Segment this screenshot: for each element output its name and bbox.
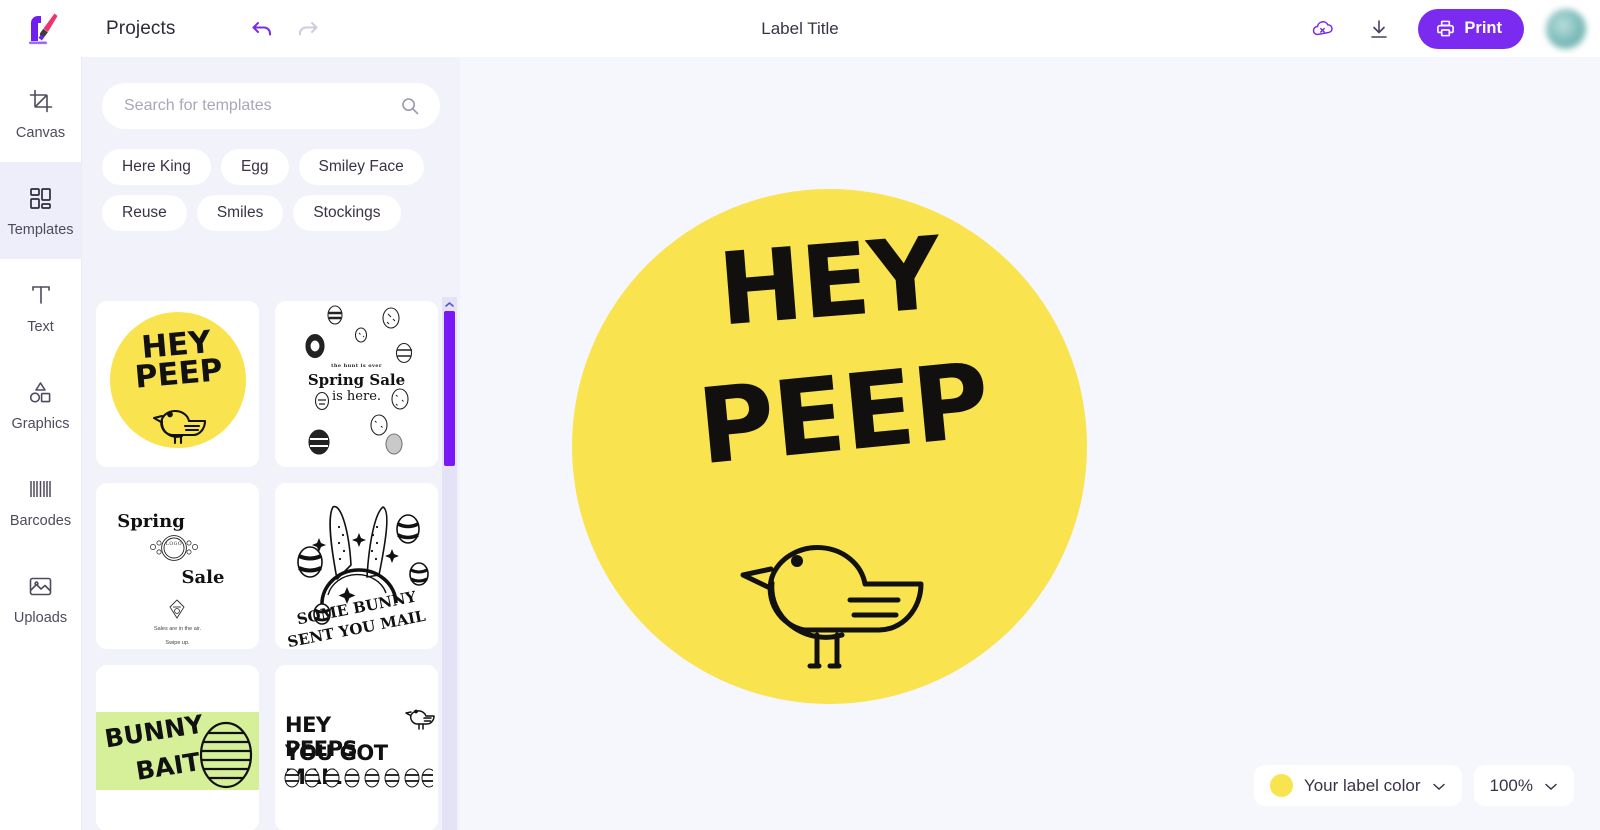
- template-card[interactable]: Spring LOGO Sale S: [96, 483, 259, 649]
- barcode-icon: [27, 474, 54, 504]
- redo-arrow-icon[interactable]: [293, 14, 323, 44]
- templates-panel: Here King Egg Smiley Face Reuse Smiles S…: [82, 57, 460, 830]
- thumb-line-3: Sales are in the air.: [96, 626, 259, 632]
- undo-arrow-icon[interactable]: [247, 14, 277, 44]
- thumb-subtitle: is here.: [275, 389, 438, 404]
- template-card[interactable]: HEY PEEPS YOU GOT MAIL: [275, 665, 438, 830]
- shapes-icon: [27, 377, 54, 407]
- label-color-label: Your label color: [1304, 776, 1421, 796]
- template-card[interactable]: the hunt is over Spring Sale is here.: [275, 301, 438, 467]
- search-box[interactable]: [102, 83, 440, 129]
- sidebar-item-label: Uploads: [14, 610, 67, 626]
- template-thumb-some-bunny: SOME BUNNY SENT YOU MAIL: [275, 483, 438, 649]
- image-icon: [27, 571, 54, 601]
- text-t-icon: [28, 280, 54, 310]
- print-button[interactable]: Print: [1418, 9, 1524, 49]
- scrollbar-thumb[interactable]: [444, 311, 455, 466]
- template-thumb-hey-peep: HEY PEEP: [96, 301, 259, 467]
- thumb-title-2: Sale: [158, 567, 248, 588]
- sidebar-item-graphics[interactable]: Graphics: [0, 356, 81, 453]
- template-thumb-spring-sale: the hunt is over Spring Sale is here.: [275, 301, 438, 467]
- chick-icon: [724, 511, 936, 673]
- tag-chip-row: Here King Egg Smiley Face Reuse Smiles S…: [82, 129, 460, 231]
- template-card[interactable]: SOME BUNNY SENT YOU MAIL: [275, 483, 438, 649]
- scroll-up-icon[interactable]: [442, 297, 457, 311]
- tag-chip[interactable]: Reuse: [102, 195, 187, 231]
- thumb-logo-text: LOGO: [138, 542, 210, 547]
- app-root: Projects Label Title: [0, 0, 1600, 830]
- left-rail: Canvas Templates Text: [0, 57, 82, 830]
- template-grid: HEY PEEP: [96, 301, 446, 830]
- tag-chip[interactable]: Here King: [102, 149, 211, 185]
- canvas-area[interactable]: HEY PEEP Your label color: [460, 57, 1600, 830]
- sidebar-item-label: Text: [27, 319, 54, 335]
- search-icon[interactable]: [400, 96, 420, 121]
- label-color-picker[interactable]: Your label color: [1254, 765, 1462, 806]
- header-actions: Print: [1306, 9, 1600, 49]
- undo-redo-group: [247, 14, 323, 44]
- sidebar-item-label: Barcodes: [10, 513, 71, 529]
- tag-chip[interactable]: Smiley Face: [299, 149, 424, 185]
- search-section: [82, 57, 460, 129]
- thumb-title: Spring: [106, 511, 196, 532]
- thumb-line-4: Swipe up.: [96, 640, 259, 646]
- paintbrush-logo[interactable]: [0, 0, 82, 57]
- grid-icon: [28, 183, 53, 213]
- sidebar-item-uploads[interactable]: Uploads: [0, 550, 81, 647]
- crop-icon: [28, 86, 54, 116]
- sidebar-item-text[interactable]: Text: [0, 259, 81, 356]
- template-scrollbar[interactable]: [442, 297, 457, 830]
- tag-chip[interactable]: Smiles: [197, 195, 284, 231]
- template-thumb-spring-sale-logo: Spring LOGO Sale S: [96, 483, 259, 649]
- template-card[interactable]: BUNNY BAIT: [96, 665, 259, 830]
- label-line-1[interactable]: HEY: [569, 213, 1090, 351]
- search-input[interactable]: [124, 97, 394, 115]
- cloud-offline-icon[interactable]: [1306, 12, 1340, 46]
- thumb-title: Spring Sale: [275, 371, 438, 389]
- template-grid-scroll: HEY PEEP: [82, 293, 460, 830]
- zoom-control[interactable]: 100%: [1474, 765, 1574, 806]
- avatar[interactable]: [1546, 9, 1586, 49]
- sidebar-item-templates[interactable]: Templates: [0, 162, 81, 259]
- printer-icon: [1436, 19, 1455, 38]
- zoom-level-label: 100%: [1490, 776, 1533, 796]
- tag-chip[interactable]: Egg: [221, 149, 289, 185]
- tag-chip[interactable]: Stockings: [293, 195, 400, 231]
- sidebar-item-canvas[interactable]: Canvas: [0, 65, 81, 162]
- canvas-bottom-bar: Your label color 100%: [1254, 765, 1574, 806]
- label-color-swatch: [1270, 774, 1293, 797]
- thumb-kicker: the hunt is over: [275, 363, 438, 369]
- template-thumb-bunny-bait: BUNNY BAIT: [96, 665, 259, 830]
- sidebar-item-barcodes[interactable]: Barcodes: [0, 453, 81, 550]
- download-icon[interactable]: [1362, 12, 1396, 46]
- top-header: Projects Label Title: [0, 0, 1600, 57]
- chevron-down-icon: [1432, 776, 1446, 796]
- template-thumb-hey-peeps-mail: HEY PEEPS YOU GOT MAIL: [275, 665, 438, 830]
- label-artboard[interactable]: HEY PEEP: [572, 189, 1087, 704]
- print-button-label: Print: [1464, 19, 1502, 38]
- label-line-2[interactable]: PEEP: [582, 339, 1104, 490]
- template-card[interactable]: HEY PEEP: [96, 301, 259, 467]
- sidebar-item-label: Canvas: [16, 125, 65, 141]
- sidebar-item-label: Graphics: [11, 416, 69, 432]
- chevron-down-icon: [1544, 776, 1558, 796]
- sidebar-item-label: Templates: [7, 222, 73, 238]
- projects-link[interactable]: Projects: [106, 18, 175, 40]
